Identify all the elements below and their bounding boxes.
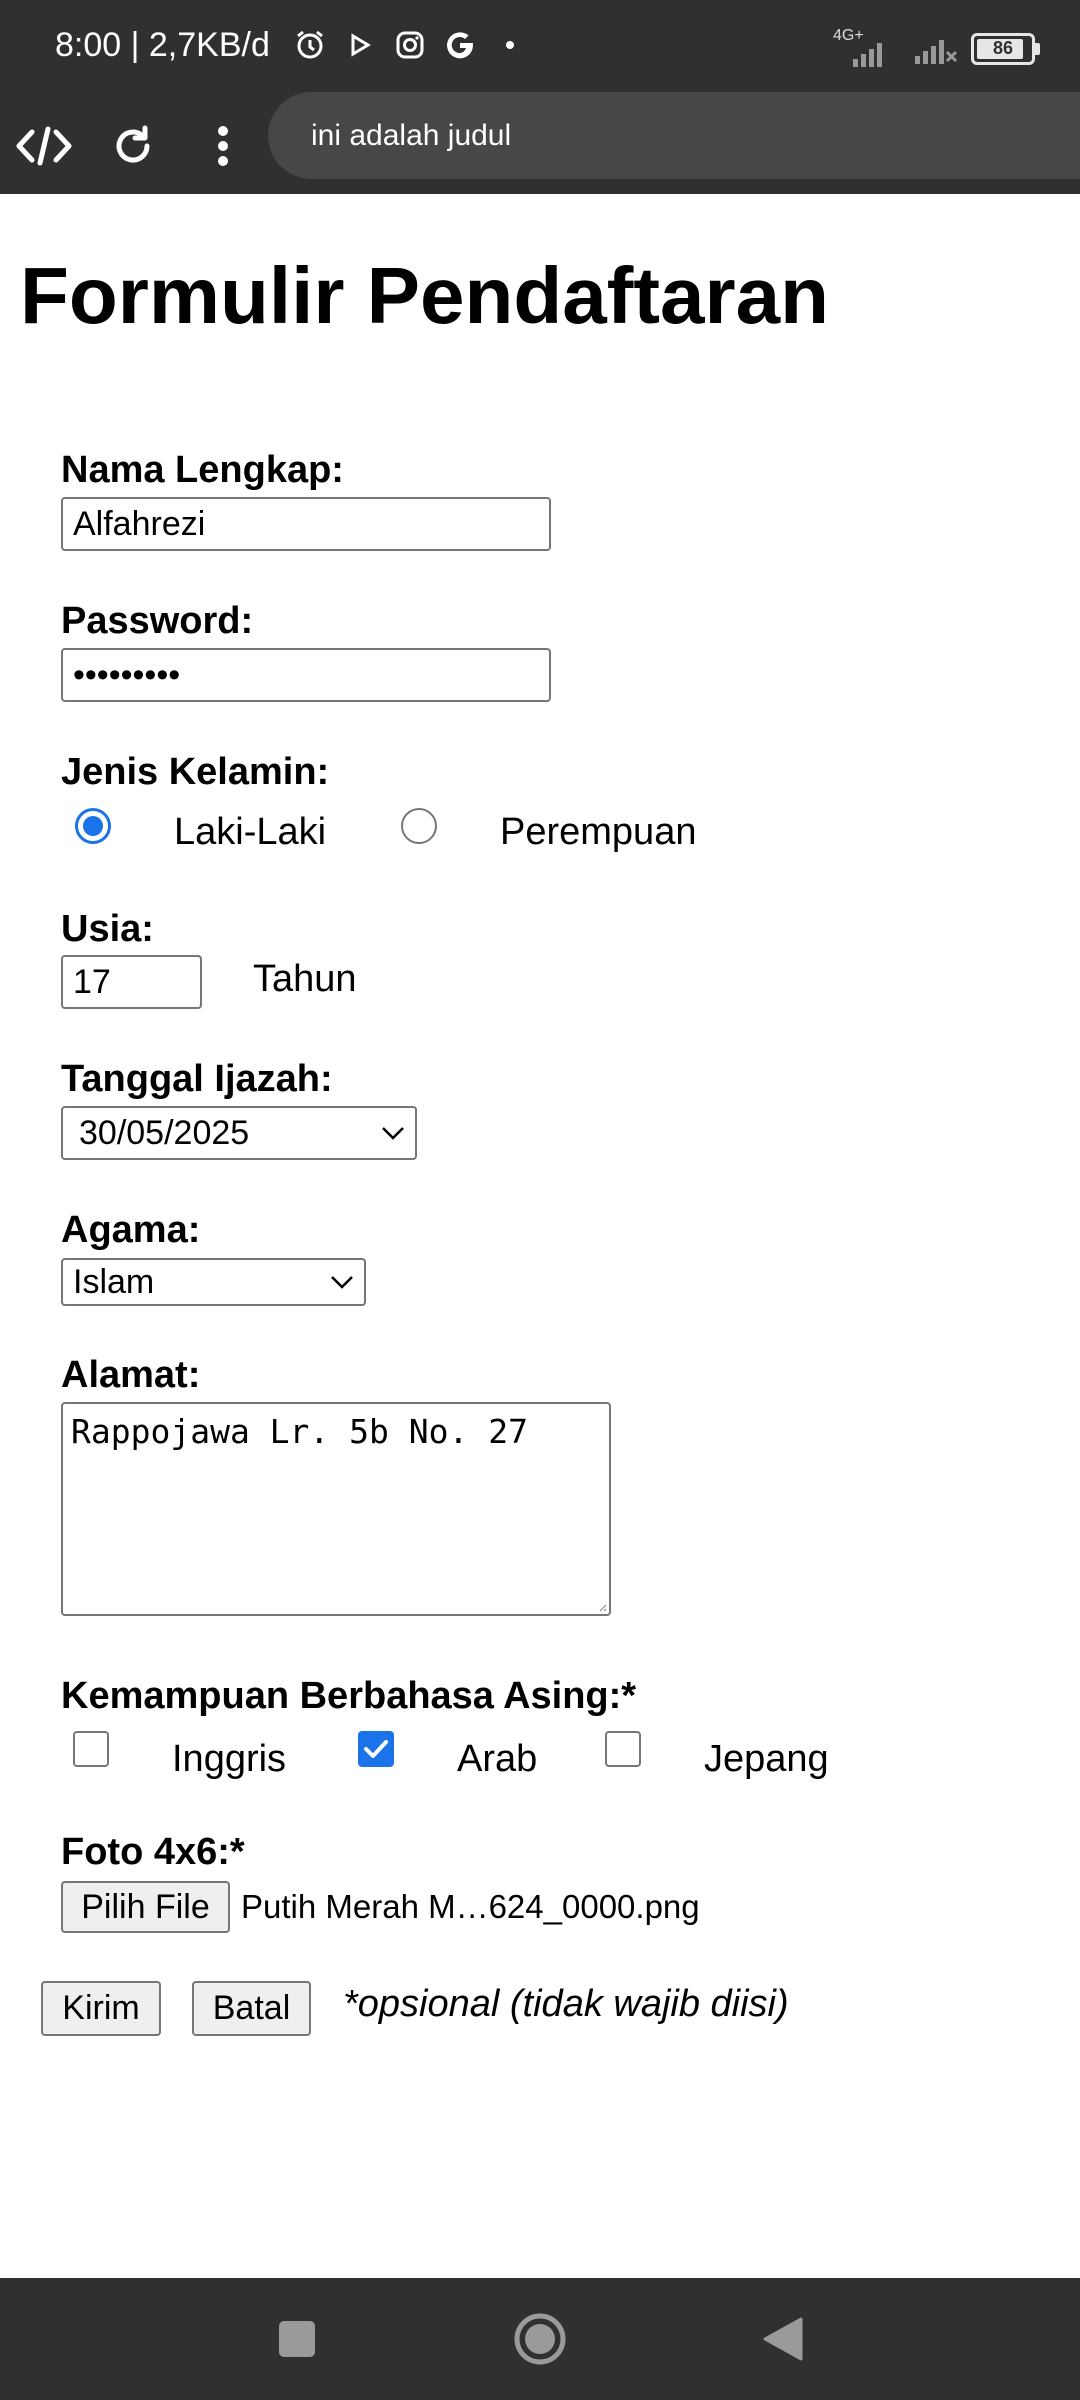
status-time: 8:00 | 2,7KB/d bbox=[55, 26, 270, 64]
dot-icon bbox=[493, 28, 527, 62]
signal-icon: 4G+ bbox=[831, 26, 901, 69]
address-textarea[interactable]: Rappojawa Lr. 5b No. 27 bbox=[61, 1402, 611, 1616]
lang-japanese-checkbox[interactable] bbox=[605, 1731, 641, 1767]
date-select[interactable]: 30/05/2025 bbox=[61, 1106, 417, 1160]
chevron-down-icon bbox=[331, 1276, 353, 1289]
age-unit: Tahun bbox=[253, 958, 357, 1000]
chevron-down-icon bbox=[382, 1127, 404, 1140]
recents-icon[interactable] bbox=[266, 2308, 328, 2370]
name-input[interactable]: Alfahrezi bbox=[61, 497, 551, 551]
languages-label: Kemampuan Berbahasa Asing:* bbox=[61, 1675, 637, 1717]
date-value: 30/05/2025 bbox=[79, 1113, 250, 1152]
gender-male-radio[interactable] bbox=[75, 808, 111, 844]
age-input[interactable]: 17 bbox=[61, 955, 202, 1009]
play-icon bbox=[343, 28, 377, 62]
signal-empty-icon bbox=[913, 26, 959, 71]
password-input[interactable]: ••••••••• bbox=[61, 648, 551, 702]
lang-english-label: Inggris bbox=[172, 1738, 287, 1780]
alarm-icon bbox=[293, 28, 327, 62]
lang-arabic-label: Arab bbox=[457, 1738, 538, 1780]
battery-level: 86 bbox=[992, 38, 1014, 58]
religion-label: Agama: bbox=[61, 1209, 201, 1251]
code-icon[interactable] bbox=[14, 116, 74, 176]
google-icon bbox=[443, 28, 477, 62]
password-label: Password: bbox=[61, 600, 254, 642]
back-icon[interactable] bbox=[752, 2308, 814, 2370]
gender-female-radio[interactable] bbox=[401, 808, 437, 844]
status-bar: 8:00 | 2,7KB/d 4G+ 86 bbox=[0, 0, 1080, 96]
url-bar[interactable]: ini adalah judul bbox=[268, 92, 1080, 179]
submit-button[interactable]: Kirim bbox=[41, 1981, 161, 2036]
date-label: Tanggal Ijazah: bbox=[61, 1058, 333, 1100]
address-value: Rappojawa Lr. 5b No. 27 bbox=[71, 1412, 528, 1451]
optional-note: *opsional (tidak wajib diisi) bbox=[343, 1983, 789, 2025]
notification-icons bbox=[293, 28, 527, 62]
navigation-bar bbox=[0, 2278, 1080, 2400]
network-type: 4G+ bbox=[833, 26, 864, 44]
resize-grip-icon[interactable] bbox=[597, 1602, 607, 1612]
system-status: 4G+ 86 bbox=[831, 26, 1040, 71]
gender-male-label: Laki-Laki bbox=[174, 811, 327, 853]
gender-female-label: Perempuan bbox=[500, 811, 697, 853]
page-title: Formulir Pendaftaran bbox=[20, 251, 830, 340]
battery-icon: 86 bbox=[971, 32, 1040, 65]
check-icon bbox=[364, 1740, 388, 1758]
file-name: Putih Merah M…624_0000.png bbox=[241, 1888, 700, 1925]
photo-label: Foto 4x6:* bbox=[61, 1831, 245, 1873]
url-text: ini adalah judul bbox=[311, 119, 512, 152]
more-vert-icon[interactable] bbox=[193, 116, 253, 176]
name-label: Nama Lengkap: bbox=[61, 449, 344, 491]
home-icon[interactable] bbox=[509, 2308, 571, 2370]
lang-arabic-checkbox[interactable] bbox=[358, 1731, 394, 1767]
address-label: Alamat: bbox=[61, 1354, 201, 1396]
instagram-icon bbox=[393, 28, 427, 62]
lang-english-checkbox[interactable] bbox=[73, 1731, 109, 1767]
cancel-button[interactable]: Batal bbox=[192, 1981, 311, 2036]
age-label: Usia: bbox=[61, 908, 154, 950]
religion-select[interactable]: Islam bbox=[61, 1258, 366, 1306]
lang-japanese-label: Jepang bbox=[704, 1738, 829, 1780]
choose-file-button[interactable]: Pilih File bbox=[61, 1881, 230, 1933]
reload-icon[interactable] bbox=[103, 116, 163, 176]
gender-label: Jenis Kelamin: bbox=[61, 751, 330, 793]
religion-value: Islam bbox=[73, 1262, 155, 1301]
